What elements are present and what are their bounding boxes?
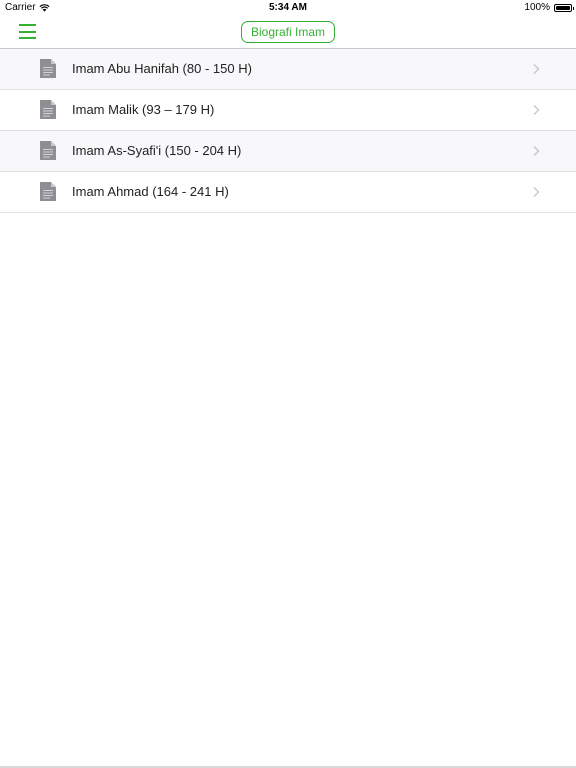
status-time: 5:34 AM (269, 2, 307, 13)
status-right: 100% (524, 0, 574, 16)
chevron-right-icon (533, 146, 540, 156)
chevron-right-icon (533, 64, 540, 74)
navigation-bar: Biografi Imam (0, 16, 576, 49)
status-left: Carrier (5, 0, 50, 16)
list-item-label: Imam As-Syafi'i (150 - 204 H) (72, 143, 242, 158)
page-title[interactable]: Biografi Imam (241, 21, 335, 43)
list-item[interactable]: Imam Ahmad (164 - 241 H) (0, 172, 576, 213)
hamburger-menu-icon[interactable] (19, 24, 36, 39)
list-item[interactable]: Imam Malik (93 – 179 H) (0, 90, 576, 131)
battery-percent: 100% (524, 2, 550, 13)
document-icon (40, 59, 56, 78)
document-icon (40, 182, 56, 201)
wifi-icon (39, 4, 50, 12)
battery-icon (554, 4, 574, 12)
status-bar: Carrier 5:34 AM 100% (0, 0, 576, 16)
menu-bar-line (19, 24, 36, 26)
list-item-label: Imam Malik (93 – 179 H) (72, 102, 215, 117)
list-item-label: Imam Abu Hanifah (80 - 150 H) (72, 61, 252, 76)
document-icon (40, 100, 56, 119)
chevron-right-icon (533, 187, 540, 197)
battery-level (556, 6, 570, 10)
chevron-right-icon (533, 105, 540, 115)
menu-bar-line (19, 30, 36, 33)
list-item[interactable]: Imam As-Syafi'i (150 - 204 H) (0, 131, 576, 172)
document-icon (40, 141, 56, 160)
menu-bar-line (19, 37, 36, 39)
carrier-label: Carrier (5, 2, 36, 13)
list-item-label: Imam Ahmad (164 - 241 H) (72, 184, 229, 199)
imam-list: Imam Abu Hanifah (80 - 150 H) Imam Malik… (0, 49, 576, 213)
list-item[interactable]: Imam Abu Hanifah (80 - 150 H) (0, 49, 576, 90)
